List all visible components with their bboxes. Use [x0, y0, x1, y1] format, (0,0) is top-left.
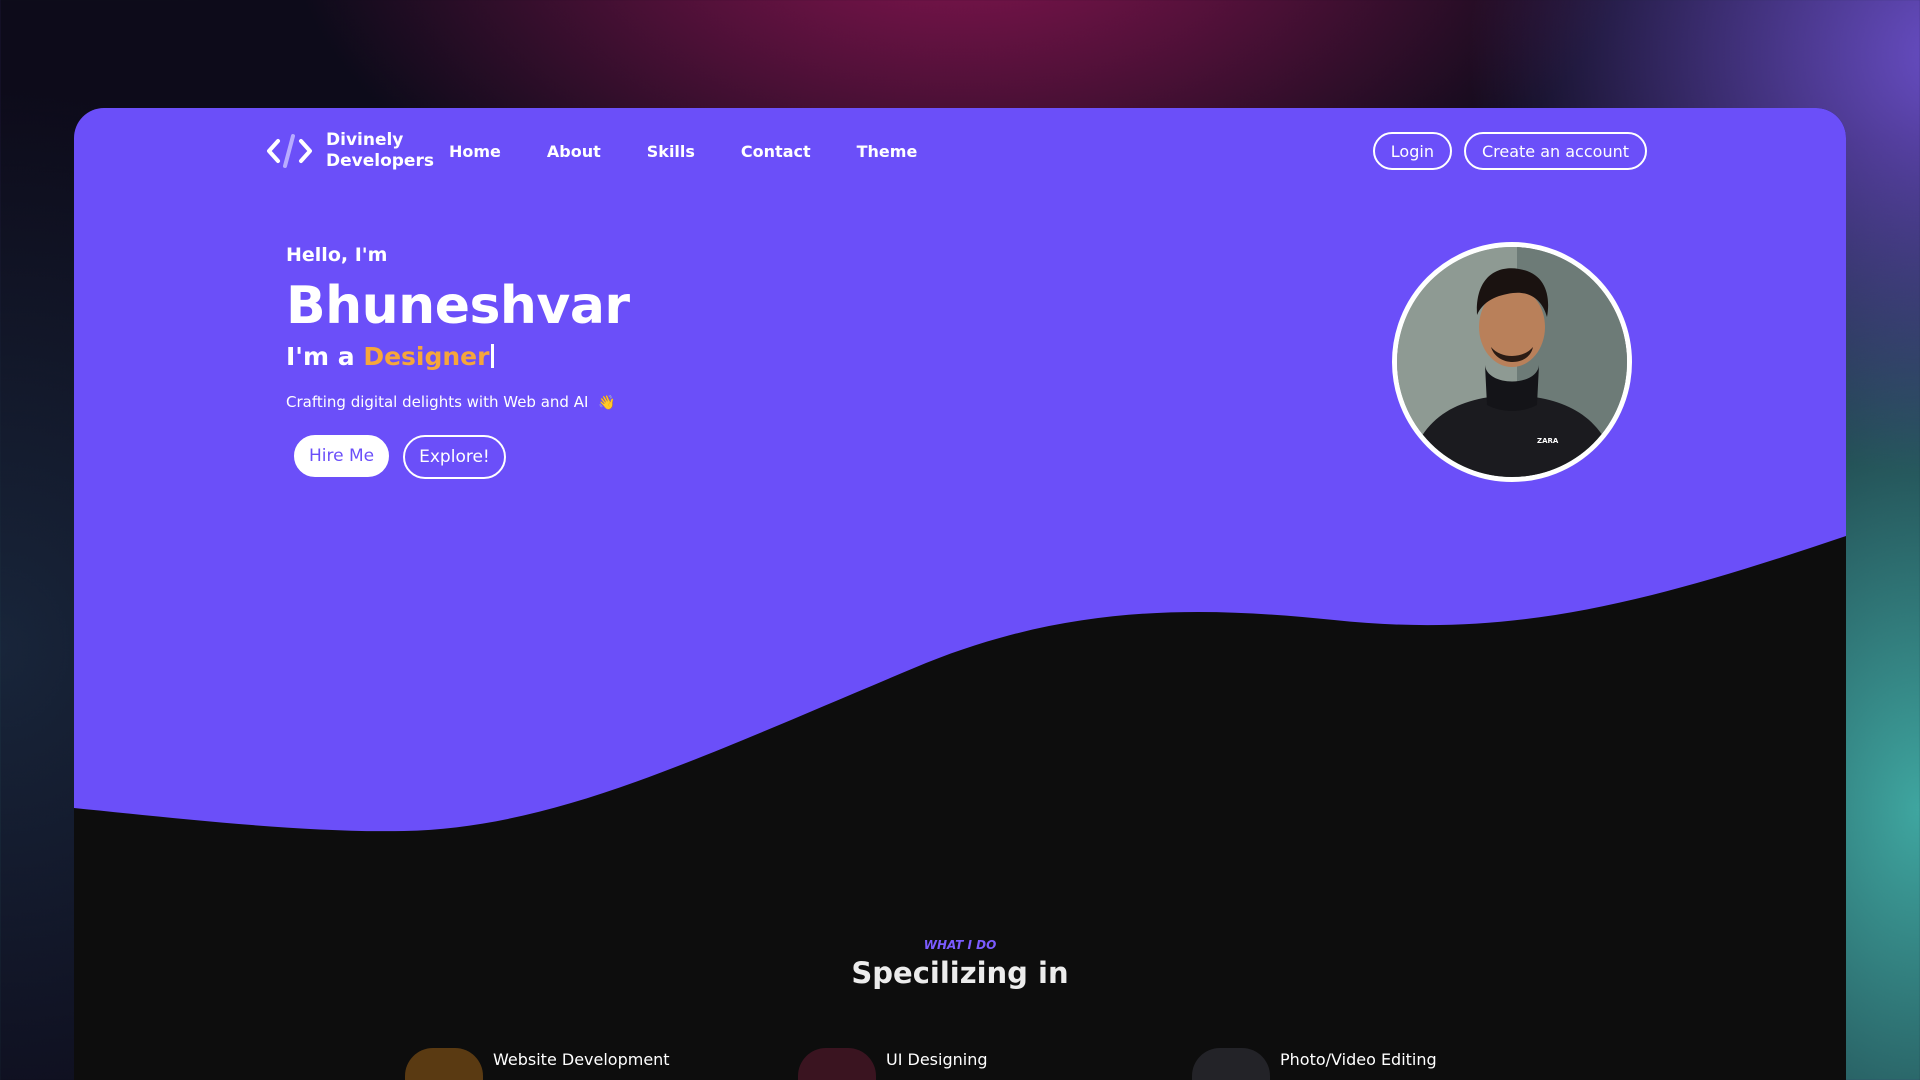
- hero-tagline-text: Crafting digital delights with Web and A…: [286, 393, 589, 411]
- section-title: Specilizing in: [851, 956, 1069, 990]
- hero-greeting: Hello, I'm: [286, 244, 388, 266]
- service-label: Photo/Video Editing: [1280, 1050, 1437, 1069]
- nav-home[interactable]: Home: [449, 142, 501, 161]
- camera-icon: [1192, 1048, 1270, 1080]
- typing-cursor: [491, 344, 495, 368]
- create-account-button[interactable]: Create an account: [1463, 132, 1647, 170]
- code-icon: [405, 1048, 483, 1080]
- nav-links: Home About Skills Contact Theme: [449, 142, 963, 161]
- profile-avatar: ZARA: [1392, 242, 1632, 482]
- hero-tagline: Crafting digital delights with Web and A…: [286, 393, 630, 411]
- waving-hand-icon: 👋: [598, 395, 616, 411]
- service-photo-video-editing[interactable]: Photo/Video Editing: [1192, 1048, 1437, 1080]
- hero-role-prefix: I'm a: [286, 342, 355, 371]
- hire-me-button[interactable]: Hire Me: [294, 435, 390, 477]
- nav-theme[interactable]: Theme: [857, 142, 918, 161]
- hero-name: Bhuneshvar: [286, 276, 630, 336]
- hero-role: I'm a Designer: [286, 342, 630, 371]
- service-ui-designing[interactable]: UI Designing: [798, 1048, 988, 1080]
- explore-button[interactable]: Explore!: [403, 435, 506, 479]
- brand-name: Divinely Developers: [326, 130, 434, 172]
- navbar: Divinely Developers Home About Skills Co…: [74, 108, 1846, 196]
- service-label: Website Development: [493, 1050, 670, 1069]
- design-icon: [798, 1048, 876, 1080]
- nav-contact[interactable]: Contact: [741, 142, 811, 161]
- service-label: UI Designing: [886, 1050, 988, 1069]
- hero-actions: Hire Me Explore!: [294, 435, 630, 479]
- brand-logo[interactable]: Divinely Developers: [266, 130, 434, 172]
- code-brackets-icon: [267, 134, 312, 168]
- nav-skills[interactable]: Skills: [647, 142, 695, 161]
- brand-name-line1: Divinely: [326, 130, 404, 150]
- profile-photo: ZARA: [1397, 247, 1627, 477]
- brand-name-line2: Developers: [326, 151, 434, 171]
- shirt-logo-text: ZARA: [1537, 437, 1559, 445]
- service-website-development[interactable]: Website Development: [405, 1048, 670, 1080]
- nav-about[interactable]: About: [547, 142, 601, 161]
- login-button[interactable]: Login: [1372, 132, 1452, 170]
- auth-buttons: Login Create an account: [1372, 132, 1647, 170]
- page-frame: Divinely Developers Home About Skills Co…: [74, 108, 1846, 1080]
- section-eyebrow: WHAT I DO: [923, 938, 997, 952]
- hero-role-typed: Designer: [363, 342, 490, 371]
- hero-intro: Hello, I'm Bhuneshvar I'm a Designer Cra…: [286, 244, 630, 479]
